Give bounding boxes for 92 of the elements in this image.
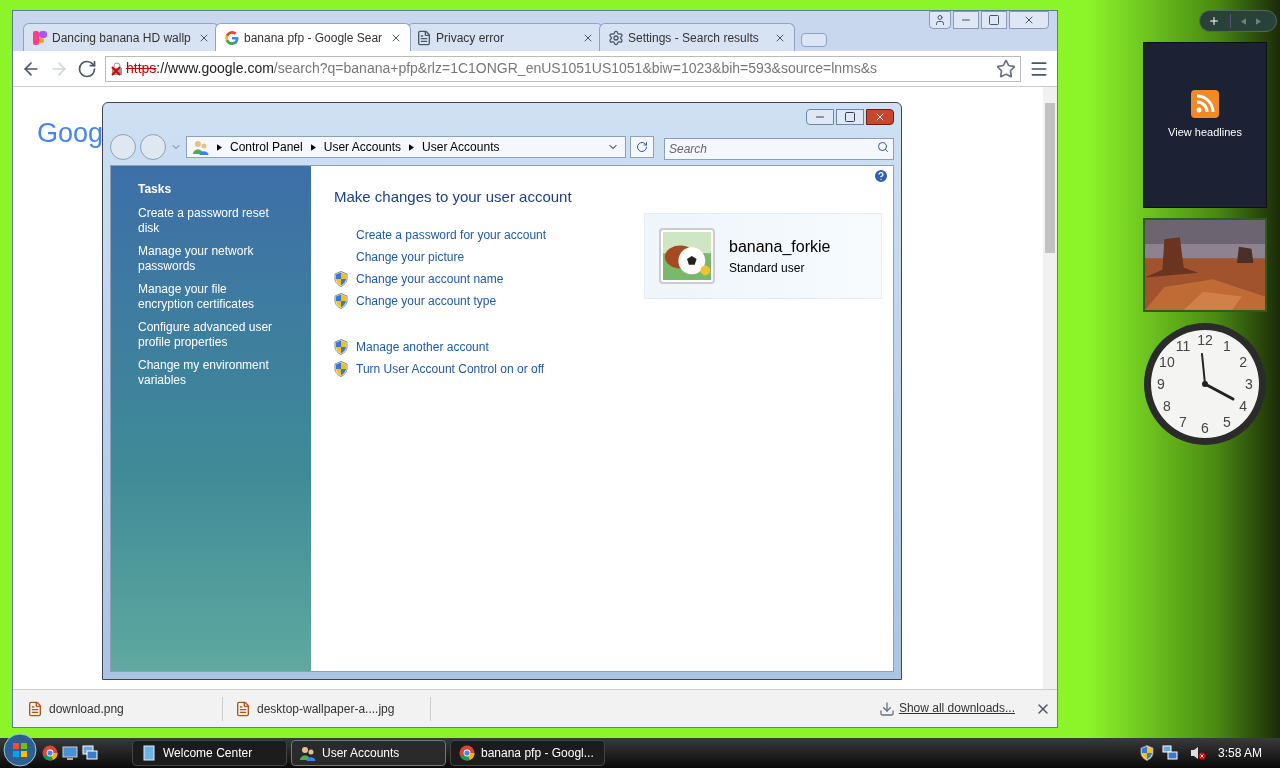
next-icon[interactable] — [1256, 17, 1261, 25]
close-icon — [1023, 14, 1035, 26]
clock-numeral: 5 — [1223, 414, 1231, 431]
help-icon[interactable] — [873, 168, 889, 184]
tasks-heading: Tasks — [138, 181, 173, 198]
clock-numeral: 1 — [1223, 337, 1231, 354]
previous-icon[interactable] — [1241, 17, 1246, 25]
breadcrumb-arrow-icon[interactable] — [310, 143, 316, 151]
clock-numeral: 12 — [1197, 332, 1213, 348]
muted-speaker-icon[interactable] — [1189, 745, 1206, 761]
gear-icon — [608, 29, 624, 46]
clock-time[interactable]: 3:58 AM — [1217, 744, 1262, 762]
users-icon — [193, 139, 209, 155]
refresh-icon — [636, 141, 648, 153]
search-field[interactable]: Search — [664, 138, 894, 160]
switch-windows-icon[interactable] — [82, 745, 98, 761]
task-link[interactable]: Manage your file encryption certificates — [138, 282, 284, 312]
bookmark-star-icon[interactable] — [996, 58, 1016, 79]
page-icon — [416, 29, 432, 46]
breadcrumb-item[interactable]: User Accounts — [422, 138, 500, 156]
maximize-icon — [988, 14, 1000, 26]
search-icon[interactable] — [877, 141, 889, 153]
address-bar[interactable]: https://www.google.com/search?q=banana+pfp&rlz=1C1ONGR_enUS1051US1051&biw=1023&bih=593&source=lnms&s — [105, 55, 1021, 82]
task-link[interactable]: Turn User Account Control on or off — [356, 359, 545, 378]
breadcrumb-item[interactable]: User Accounts — [323, 138, 402, 156]
clock-numeral: 6 — [1201, 420, 1209, 436]
add-gadget-icon[interactable] — [1208, 15, 1220, 27]
breadcrumb-arrow-icon[interactable] — [409, 143, 415, 151]
desktop-icon[interactable] — [62, 745, 78, 761]
clock-numeral: 8 — [1163, 398, 1171, 414]
shield-icon — [334, 338, 348, 355]
person-icon — [934, 14, 946, 26]
task-link[interactable]: Change your picture — [356, 247, 465, 266]
close-icon — [874, 111, 886, 123]
breadcrumb-bar[interactable]: Control Panel User Accounts User Accounts — [186, 136, 626, 158]
url-text: https://www.google.com/search?q=banana+pfp&rlz=1C1ONGR_enUS1051US1051&biw=1023&bih=593&source=lnms&s — [126, 59, 878, 78]
maximize-icon — [844, 111, 856, 123]
start-button[interactable] — [2, 732, 38, 768]
browser-tab[interactable]: Settings - Search results — [599, 23, 795, 51]
clock-numeral: 7 — [1179, 414, 1187, 431]
close-button[interactable] — [866, 109, 894, 125]
clock-numeral: 11 — [1175, 337, 1191, 354]
window-icon — [141, 745, 157, 761]
show-all-downloads-link[interactable]: Show all downloads... — [898, 699, 1015, 717]
taskbar-button[interactable]: Welcome Center — [132, 740, 287, 766]
shield-icon — [334, 292, 348, 309]
taskbar-button[interactable]: banana pfp - Googl... — [450, 740, 605, 766]
breadcrumb-arrow-icon[interactable] — [217, 143, 222, 151]
rss-icon — [1191, 89, 1219, 118]
page-heading: Make changes to your user account — [334, 187, 573, 207]
download-icon — [878, 701, 895, 717]
task-link[interactable]: Manage your network passwords — [138, 244, 284, 274]
browser-tab[interactable]: banana pfp - Google Sear — [215, 23, 411, 51]
breadcrumb-item[interactable]: Control Panel — [230, 138, 303, 156]
profile-button[interactable] — [929, 11, 951, 29]
task-link[interactable]: Change your account type — [356, 291, 497, 310]
user-name: banana_forkie — [729, 236, 831, 257]
clock-numeral: 9 — [1157, 376, 1165, 392]
shield-icon — [334, 270, 348, 287]
download-item[interactable]: desktop-wallpaper-a....jpg — [227, 697, 431, 721]
refresh-button[interactable] — [630, 136, 654, 158]
chrome-icon — [459, 745, 475, 761]
clock-numeral: 3 — [1245, 376, 1253, 392]
chrome-quick-launch-icon — [42, 745, 58, 761]
clock-numeral: 4 — [1239, 398, 1247, 414]
feed-gadget[interactable]: View headlines — [1143, 42, 1267, 208]
network-icon[interactable] — [1161, 745, 1178, 761]
task-link[interactable]: Create a password reset disk — [138, 206, 284, 236]
google-g-icon — [224, 29, 240, 46]
taskbar-button[interactable]: User Accounts — [291, 740, 446, 766]
task-link[interactable]: Create a password for your account — [356, 225, 547, 244]
maximize-button[interactable] — [836, 109, 864, 125]
clock-numeral: 10 — [1159, 354, 1175, 370]
download-item[interactable]: download.png — [19, 697, 223, 721]
task-link[interactable]: Manage another account — [356, 337, 489, 356]
insecure-lock-icon — [110, 61, 124, 76]
task-link[interactable]: Change your account name — [356, 269, 504, 288]
clock-numeral: 2 — [1239, 354, 1247, 370]
users-icon — [300, 745, 316, 761]
feed-label: View headlines — [1168, 124, 1242, 140]
shield-icon — [334, 360, 348, 377]
task-link[interactable]: Change my environment variables — [138, 358, 284, 388]
google-logo: Goog — [37, 118, 104, 148]
reload-icon[interactable] — [77, 58, 97, 79]
maximize-button[interactable] — [981, 11, 1007, 29]
logo-icon — [32, 29, 48, 46]
scrollbar[interactable] — [1043, 87, 1057, 689]
user-role: Standard user — [729, 259, 806, 277]
file-icon — [27, 701, 43, 717]
task-link[interactable]: Configure advanced user profile properties — [138, 320, 284, 350]
file-icon — [235, 701, 251, 717]
shield-icon — [1139, 745, 1154, 761]
